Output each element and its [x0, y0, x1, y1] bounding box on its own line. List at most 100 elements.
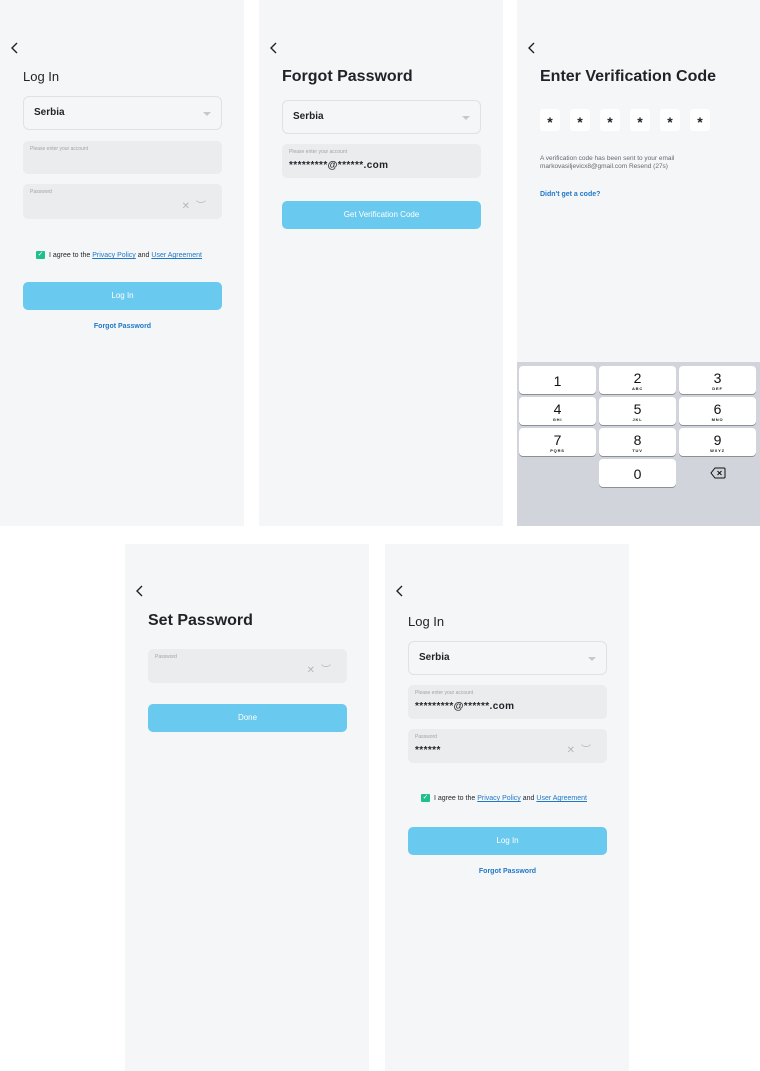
eye-closed-icon[interactable]: ︶ — [581, 745, 597, 756]
login-button[interactable]: Log In — [23, 282, 222, 310]
close-icon[interactable]: ✕ — [307, 665, 321, 676]
key-0[interactable]: 0 — [599, 459, 676, 487]
done-button[interactable]: Done — [148, 704, 347, 732]
key-digit: 6 — [713, 401, 722, 417]
account-input[interactable]: Please enter your account *********@****… — [408, 685, 607, 719]
country-select[interactable]: Serbia — [282, 100, 481, 134]
chevron-down-icon — [462, 116, 470, 120]
check-icon[interactable]: ✓ — [421, 794, 430, 803]
key-letters: DEF — [712, 386, 723, 391]
code-digit[interactable]: * — [540, 109, 560, 131]
account-value: *********@******.com — [289, 160, 389, 171]
page-title: Log In — [23, 69, 60, 84]
account-value: *********@******.com — [415, 701, 515, 712]
key-4[interactable]: 4 GHI — [519, 397, 596, 425]
eye-closed-icon[interactable]: ︶ — [321, 665, 337, 676]
login-filled-screen: Log In Serbia Please enter your account … — [385, 544, 629, 1071]
agree-prefix: I agree to the — [434, 795, 476, 802]
password-input[interactable]: Password ✕︶ — [23, 184, 222, 219]
key-5[interactable]: 5 JKL — [599, 397, 676, 425]
account-input[interactable]: Please enter your account — [23, 141, 222, 174]
key-3[interactable]: 3 DEF — [679, 366, 756, 394]
code-digit[interactable]: * — [660, 109, 680, 131]
forgot-password-link[interactable]: Forgot Password — [23, 323, 222, 330]
key-letters: WXYZ — [710, 448, 725, 453]
back-chevron-icon[interactable] — [526, 41, 538, 55]
key-digit: 4 — [553, 401, 562, 417]
code-digit[interactable]: * — [570, 109, 590, 131]
back-chevron-icon[interactable] — [9, 41, 21, 55]
key-digit: 0 — [633, 466, 642, 482]
numeric-keypad: 1 2 ABC 3 DEF 4 GHI 5 JKL 6 MNO 7 PQRS 8 TUV 9W… — [517, 362, 760, 526]
privacy-policy-link[interactable]: Privacy Policy — [477, 795, 521, 802]
key-digit: 2 — [633, 370, 642, 386]
password-input[interactable]: Password ****** ✕︶ — [408, 729, 607, 763]
country-select[interactable]: Serbia — [23, 96, 222, 130]
info-line-2: markovasiljevicx8@gmail.com Resend (27s) — [540, 163, 668, 170]
password-value: ****** — [415, 745, 441, 756]
password-label: Password — [415, 734, 437, 740]
back-chevron-icon[interactable] — [394, 584, 406, 598]
account-input[interactable]: Please enter your account *********@****… — [282, 144, 481, 178]
agree-and: and — [137, 252, 150, 259]
key-digit: 5 — [633, 401, 642, 417]
login-button[interactable]: Log In — [408, 827, 607, 855]
password-input[interactable]: Password ✕︶ — [148, 649, 347, 683]
code-digit[interactable]: * — [600, 109, 620, 131]
agree-and: and — [522, 795, 535, 802]
account-placeholder: Please enter your account — [30, 146, 89, 152]
key-digit: 8 — [633, 432, 642, 448]
chevron-down-icon — [203, 112, 211, 116]
login-screen: Log In Serbia Please enter your account … — [0, 0, 244, 526]
delete-key[interactable] — [679, 459, 756, 487]
close-icon[interactable]: ✕ — [567, 745, 581, 756]
country-value: Serbia — [419, 652, 450, 663]
key-digit: 1 — [553, 373, 562, 389]
key-digit: 7 — [553, 432, 562, 448]
page-title: Enter Verification Code — [540, 68, 717, 85]
verification-info: A verification code has been sent to you… — [540, 155, 740, 171]
info-line-1: A verification code has been sent to you… — [540, 155, 675, 162]
code-digit[interactable]: * — [690, 109, 710, 131]
country-select[interactable]: Serbia — [408, 641, 607, 675]
key-digit: 9 — [713, 432, 722, 448]
verification-code-screen: Enter Verification Code * * * * * * A ve… — [517, 0, 760, 526]
key-2[interactable]: 2 ABC — [599, 366, 676, 394]
key-letters: PQRS — [550, 448, 565, 453]
agreement-row: ✓ I agree to the Privacy Policy and User … — [36, 251, 216, 260]
key-9[interactable]: 9 WXYZ — [679, 428, 756, 456]
key-1[interactable]: 1 — [519, 366, 596, 394]
agree-prefix: I agree to the — [49, 252, 91, 259]
country-value: Serbia — [34, 107, 65, 118]
key-8[interactable]: 8 TUV — [599, 428, 676, 456]
page-title: Log In — [408, 614, 445, 629]
forgot-password-screen: Forgot Password Serbia Please enter your… — [259, 0, 503, 526]
account-label: Please enter your account — [415, 690, 474, 696]
code-digit[interactable]: * — [630, 109, 650, 131]
user-agreement-link[interactable]: User Agreement — [151, 252, 202, 259]
key-letters: GHI — [552, 417, 563, 422]
page-title: Forgot Password — [282, 68, 413, 85]
code-input-group[interactable]: * * * * * * — [540, 109, 740, 131]
password-label: Password — [30, 189, 52, 195]
password-label: Password — [155, 654, 177, 660]
account-label: Please enter your account — [289, 149, 348, 155]
back-chevron-icon[interactable] — [134, 584, 146, 598]
user-agreement-link[interactable]: User Agreement — [536, 795, 587, 802]
key-letters: MNO — [711, 417, 724, 422]
page-title: Set Password — [148, 612, 253, 629]
forgot-password-link[interactable]: Forgot Password — [408, 868, 607, 875]
key-6[interactable]: 6 MNO — [679, 397, 756, 425]
check-icon[interactable]: ✓ — [36, 251, 45, 260]
get-verification-code-button[interactable]: Get Verification Code — [282, 201, 481, 229]
key-digit: 3 — [713, 370, 722, 386]
back-chevron-icon[interactable] — [268, 41, 280, 55]
chevron-down-icon — [588, 657, 596, 661]
privacy-policy-link[interactable]: Privacy Policy — [92, 252, 136, 259]
eye-closed-icon[interactable]: ︶ — [196, 201, 212, 212]
country-value: Serbia — [293, 111, 324, 122]
backspace-icon — [709, 467, 725, 479]
key-7[interactable]: 7 PQRS — [519, 428, 596, 456]
close-icon[interactable]: ✕ — [182, 201, 196, 212]
didnt-get-code-link[interactable]: Didn't get a code? — [540, 191, 600, 198]
